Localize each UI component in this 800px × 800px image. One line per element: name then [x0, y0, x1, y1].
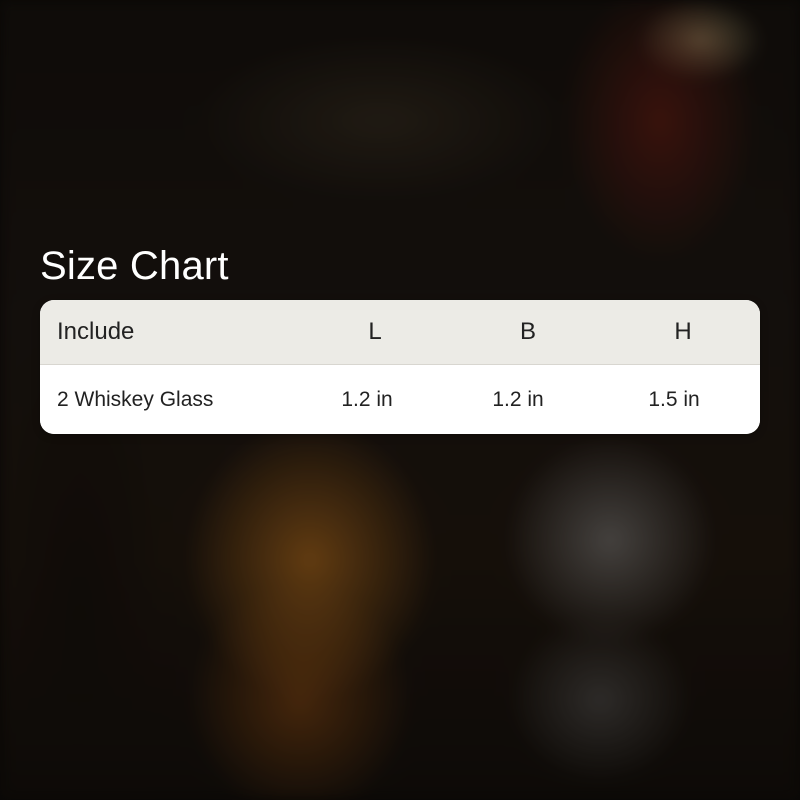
header-include: Include [57, 318, 135, 345]
table-row: 2 Whiskey Glass 1.2 in 1.2 in 1.5 in [40, 365, 760, 434]
size-chart-page: Size Chart Include L B H 2 Whiskey Glass… [0, 0, 800, 800]
size-table: Include L B H 2 Whiskey Glass 1.2 in 1.2… [40, 300, 760, 434]
header-breadth: B [519, 318, 536, 345]
cell-include: 2 Whiskey Glass [57, 387, 214, 411]
cell-breadth: 1.2 in [492, 387, 544, 411]
table-header-row: Include L B H [40, 300, 760, 365]
cell-height: 1.5 in [648, 387, 700, 411]
cell-length: 1.2 in [341, 387, 393, 411]
header-height: H [674, 318, 692, 345]
page-title: Size Chart [40, 244, 229, 288]
header-length: L [368, 318, 382, 345]
